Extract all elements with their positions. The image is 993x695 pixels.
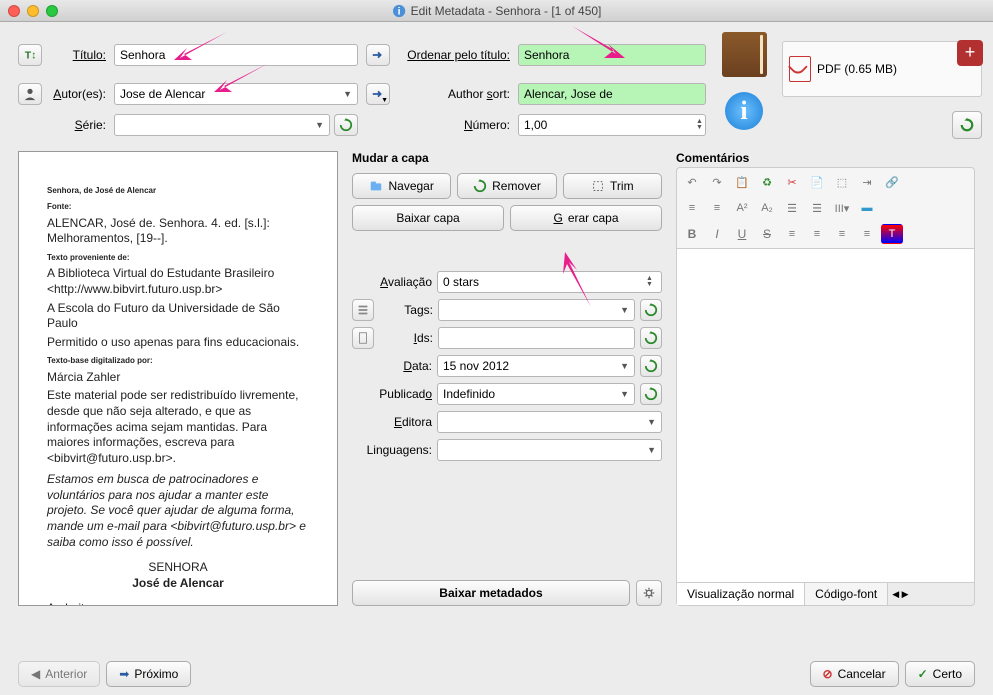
clear-published-button[interactable] — [640, 383, 662, 405]
tags-edit-button[interactable] — [352, 299, 374, 321]
cut-button[interactable]: ✂ — [781, 172, 803, 192]
ids-paste-button[interactable] — [352, 327, 374, 349]
heading-button[interactable]: III▾ — [831, 198, 853, 218]
published-combo[interactable]: Indefinido▼ — [437, 383, 635, 405]
indent-button[interactable]: ⇥ — [856, 172, 878, 192]
svg-text:i: i — [397, 5, 400, 17]
copy-button[interactable]: 📋 — [731, 172, 753, 192]
tab-code-view[interactable]: Código-font — [805, 583, 888, 605]
redo-button[interactable]: ↷ — [706, 172, 728, 192]
align-r-button[interactable]: ≡ — [831, 224, 853, 244]
comments-title: Comentários — [676, 151, 975, 165]
window-title: i Edit Metadata - Senhora - [1 of 450] — [392, 4, 602, 18]
series-label: Série: — [46, 118, 110, 132]
zoom-window[interactable] — [46, 5, 58, 17]
author-manage-button[interactable] — [18, 83, 42, 105]
svg-text:T↕: T↕ — [25, 49, 37, 61]
bold-button[interactable]: B — [681, 224, 703, 244]
info-icon[interactable]: i — [725, 92, 763, 130]
rating-combo[interactable]: 0 stars▲▼ — [437, 271, 662, 293]
subscript-button[interactable]: A₂ — [756, 198, 778, 218]
color-button[interactable]: ▬ — [856, 198, 878, 218]
remove-format-button[interactable] — [952, 111, 982, 139]
download-cover-button[interactable]: Baixar capa — [352, 205, 504, 231]
annotation-arrow — [555, 252, 601, 310]
close-window[interactable] — [8, 5, 20, 17]
comments-editor[interactable] — [676, 248, 975, 583]
annotation-arrow — [212, 62, 270, 100]
format-label[interactable]: PDF (0.65 MB) — [817, 62, 975, 76]
clear-series-button[interactable] — [334, 114, 358, 136]
cover-preview: Senhora, de José de Alencar Fonte:ALENCA… — [18, 151, 338, 606]
series-combo[interactable]: ▼ — [114, 114, 330, 136]
cancel-button[interactable]: ⊘ Cancelar — [810, 661, 899, 687]
list-button[interactable]: ☰ — [781, 198, 803, 218]
publisher-label: Editora — [352, 415, 432, 429]
underline-button[interactable]: U — [731, 224, 753, 244]
comments-toolbar: ↶ ↷ 📋 ♻ ✂ 📄 ⬚ ⇥ 🔗 ≡ ≡ A² A₂ ☰ ☰ III▾ ▬ B… — [676, 167, 975, 248]
rating-label: Avaliação — [352, 275, 432, 289]
tab-nav[interactable]: ◀ ▶ — [888, 583, 912, 605]
align-c2-button[interactable]: ≡ — [806, 224, 828, 244]
ok-button[interactable]: ✓ Certo — [905, 661, 975, 687]
author-sort-input[interactable] — [518, 83, 706, 105]
pdf-icon — [789, 56, 811, 82]
next-button[interactable]: ➡ Próximo — [106, 661, 191, 687]
title-sort-label: Ordenar pelo título: — [394, 48, 514, 62]
download-metadata-button[interactable]: Baixar metadados — [352, 580, 630, 606]
paste-button[interactable]: 📄 — [806, 172, 828, 192]
title-label: Título: — [46, 48, 110, 62]
trim-cover-button[interactable]: Trim — [563, 173, 662, 199]
formats-list: PDF (0.65 MB) + — [782, 41, 982, 97]
prev-button[interactable]: ◀ Anterior — [18, 661, 100, 687]
numlist-button[interactable]: ☰ — [806, 198, 828, 218]
add-format-button[interactable]: + — [957, 40, 983, 66]
annotation-arrow — [570, 24, 628, 66]
font-color-button[interactable]: T — [881, 224, 903, 244]
author-label: Autor(es): — [46, 87, 110, 101]
link-button[interactable]: 🔗 — [881, 172, 903, 192]
clear-ids-button[interactable] — [640, 327, 662, 349]
align-l2-button[interactable]: ≡ — [781, 224, 803, 244]
align-left-button[interactable]: ≡ — [681, 198, 703, 218]
align-j-button[interactable]: ≡ — [856, 224, 878, 244]
recycle-button[interactable]: ♻ — [756, 172, 778, 192]
tab-normal-view[interactable]: Visualização normal — [677, 583, 805, 605]
number-spinner[interactable]: ▲▼ — [696, 119, 706, 131]
languages-label: Linguagens: — [352, 443, 432, 457]
languages-combo[interactable]: ▼ — [437, 439, 662, 461]
browse-cover-button[interactable]: Navegar — [352, 173, 451, 199]
author-sort-label: Author sort: — [394, 87, 514, 101]
align-center-button[interactable]: ≡ — [706, 198, 728, 218]
tags-combo[interactable]: ▼ — [438, 299, 635, 321]
generate-cover-button[interactable]: Gerar capa — [510, 205, 662, 231]
swap-author-sort-button[interactable]: ▼ — [366, 83, 390, 105]
undo-button[interactable]: ↶ — [681, 172, 703, 192]
date-label: Data: — [352, 359, 432, 373]
remove-cover-button[interactable]: Remover — [457, 173, 556, 199]
tags-label: Tags: — [379, 303, 433, 317]
configure-metadata-button[interactable] — [636, 580, 662, 606]
publisher-combo[interactable]: ▼ — [437, 411, 662, 433]
published-label: Publicado — [352, 387, 432, 401]
number-label: Número: — [394, 118, 514, 132]
ids-input[interactable] — [438, 327, 635, 349]
strike-button[interactable]: S — [756, 224, 778, 244]
title-case-button[interactable]: T↕ — [18, 44, 42, 66]
superscript-button[interactable]: A² — [731, 198, 753, 218]
select-button[interactable]: ⬚ — [831, 172, 853, 192]
italic-button[interactable]: I — [706, 224, 728, 244]
date-combo[interactable]: 15 nov 2012▼ — [437, 355, 635, 377]
cover-group-title: Mudar a capa — [352, 151, 662, 165]
minimize-window[interactable] — [27, 5, 39, 17]
clear-tags-button[interactable] — [640, 299, 662, 321]
number-input[interactable] — [518, 114, 706, 136]
clear-date-button[interactable] — [640, 355, 662, 377]
book-icon — [722, 32, 767, 77]
ids-label: Ids: — [379, 331, 433, 345]
swap-title-sort-button[interactable] — [366, 44, 390, 66]
titlebar: i Edit Metadata - Senhora - [1 of 450] — [0, 0, 993, 22]
